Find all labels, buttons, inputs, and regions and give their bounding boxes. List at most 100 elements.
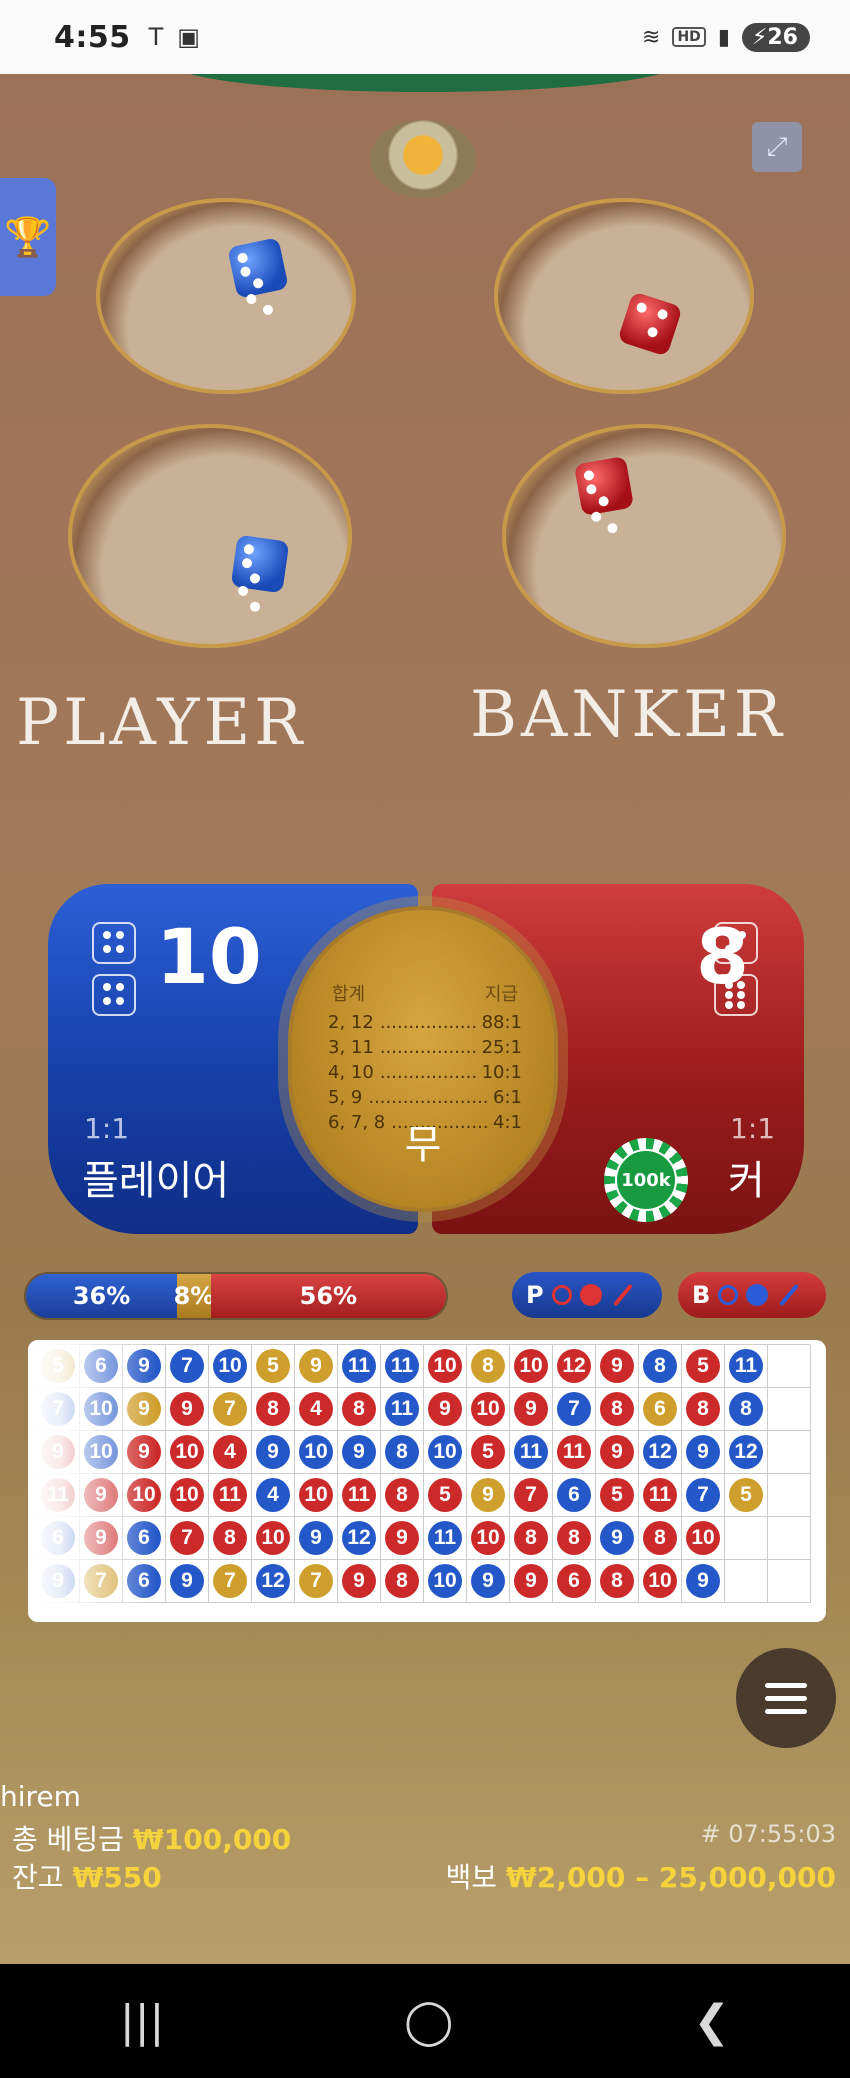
bead-result: 7 — [170, 1521, 204, 1555]
bead-result: 12 — [643, 1435, 677, 1469]
bead-result: 11 — [342, 1478, 376, 1512]
bead-road-cell: 10 — [295, 1431, 338, 1474]
bead-result: 10 — [643, 1564, 677, 1598]
banker-die-2 — [573, 455, 635, 534]
bead-road-cell: 8 — [381, 1560, 424, 1603]
bead-road-cell: 9 — [295, 1345, 338, 1388]
home-icon[interactable]: ◯ — [404, 1996, 453, 2047]
score-panel: 10 1:1 플레이어 8 1:1 커 합계 지급 2, 12.........… — [48, 884, 804, 1234]
bead-road-cell: 10 — [424, 1560, 467, 1603]
banker-prediction-button[interactable]: B — [678, 1272, 826, 1318]
bead-road-cell: 10 — [252, 1517, 295, 1560]
bead-result: 8 — [729, 1392, 763, 1426]
menu-button[interactable] — [736, 1648, 836, 1748]
bead-road-cell: 9 — [467, 1474, 510, 1517]
bead-result: 9 — [342, 1435, 376, 1469]
bead-road-cell: 10 — [166, 1431, 209, 1474]
bead-road-cell: 11 — [338, 1474, 381, 1517]
bead-road-cell: 9 — [338, 1560, 381, 1603]
bead-result: 10 — [299, 1435, 333, 1469]
player-dice-cup-2 — [68, 424, 352, 648]
total-bet: 총 베팅금 ₩100,000 — [12, 1823, 292, 1856]
bead-result: 10 — [299, 1478, 333, 1512]
table-jewel — [370, 120, 476, 198]
bet-chip[interactable]: 100k — [604, 1138, 688, 1222]
hd-badge: HD — [672, 27, 706, 47]
bead-road-cell: 7 — [209, 1560, 252, 1603]
fullscreen-icon[interactable]: ⤢ — [752, 122, 802, 172]
balance: 잔고 ₩550 — [12, 1861, 162, 1894]
bead-result: 9 — [686, 1564, 720, 1598]
back-icon[interactable]: ❮ — [693, 1996, 730, 2047]
bead-road-cell: 8 — [682, 1388, 725, 1431]
bead-road-cell: 7 — [166, 1517, 209, 1560]
bead-result: 10 — [170, 1478, 204, 1512]
bead-result: 8 — [385, 1435, 419, 1469]
bead-result: 7 — [557, 1392, 591, 1426]
ring-icon — [718, 1285, 739, 1305]
tie-payout-row: 2, 12...................................… — [328, 1012, 522, 1033]
bead-road-cell: 12 — [338, 1517, 381, 1560]
bead-road-cell: 7 — [510, 1474, 553, 1517]
bead-result: 12 — [256, 1564, 290, 1598]
bead-result: 4 — [256, 1478, 290, 1512]
bead-road-cell: 9 — [596, 1517, 639, 1560]
bead-result: 10 — [428, 1564, 462, 1598]
bead-road-cell: 5 — [424, 1474, 467, 1517]
bead-road-cell: 10 — [166, 1474, 209, 1517]
bead-road-cell: 9 — [424, 1388, 467, 1431]
dot-icon — [746, 1284, 769, 1306]
bead-result: 11 — [514, 1435, 548, 1469]
win-percentage-bar: 36% 8% 56% — [24, 1272, 448, 1320]
player-table-label: PLAYER — [16, 686, 307, 760]
bead-result: 4 — [213, 1435, 247, 1469]
bead-road-cell — [725, 1560, 768, 1603]
bead-result: 8 — [342, 1392, 376, 1426]
bead-result: 8 — [600, 1564, 634, 1598]
status-bar: 4:55 T ▣ ≋ HD ▮ ⚡26 — [0, 0, 850, 74]
bead-road-cell: 8 — [596, 1388, 639, 1431]
bead-road-cell: 9 — [166, 1388, 209, 1431]
bead-result: 10 — [471, 1392, 505, 1426]
bead-result: 6 — [557, 1564, 591, 1598]
bead-road-cell: 8 — [252, 1388, 295, 1431]
bead-road-cell: 12 — [252, 1560, 295, 1603]
player-prediction-button[interactable]: P — [512, 1272, 662, 1318]
bead-result: 8 — [686, 1392, 720, 1426]
bead-road-cell: 10 — [295, 1474, 338, 1517]
player-die-1 — [227, 237, 289, 316]
bead-road[interactable]: 5697105911111081012985117109978481191097… — [28, 1340, 826, 1622]
bead-road-cell: 9 — [596, 1345, 639, 1388]
tie-label: 무 — [404, 1122, 442, 1168]
bead-result: 9 — [428, 1392, 462, 1426]
bead-road-cell: 10 — [639, 1560, 682, 1603]
bead-result: 10 — [213, 1349, 247, 1383]
bead-result: 12 — [729, 1435, 763, 1469]
recent-apps-icon[interactable]: ||| — [120, 1996, 164, 2047]
bead-road-cell: 9 — [510, 1388, 553, 1431]
bead-road-cell: 8 — [553, 1517, 596, 1560]
bead-result: 7 — [213, 1564, 247, 1598]
bead-road-cell: 12 — [553, 1345, 596, 1388]
bead-result: 5 — [729, 1478, 763, 1512]
bead-road-cell: 10 — [682, 1517, 725, 1560]
bead-road-cell — [768, 1517, 811, 1560]
banker-mini-die-1 — [714, 922, 758, 964]
bead-result: 9 — [514, 1564, 548, 1598]
hamburger-icon — [765, 1682, 807, 1688]
bead-road-cell: 4 — [295, 1388, 338, 1431]
bead-road-cell — [725, 1517, 768, 1560]
bead-road-cell: 7 — [682, 1474, 725, 1517]
bead-road-cell: 9 — [381, 1517, 424, 1560]
trophy-icon[interactable]: 🏆 — [0, 178, 56, 296]
bead-road-cell: 5 — [682, 1345, 725, 1388]
screen-capture-icon: ▣ — [177, 23, 200, 51]
bead-result: 9 — [170, 1392, 204, 1426]
t-icon: T — [148, 23, 164, 51]
bead-result: 11 — [643, 1478, 677, 1512]
system-nav-bar: ||| ◯ ❮ — [0, 1964, 850, 2078]
game-table: ⤢ 🏆 PLAYER BANKER 10 1:1 플레이어 8 1:1 커 합계… — [0, 74, 850, 1964]
tie-bet-area[interactable]: 합계 지급 2, 12.............................… — [288, 906, 558, 1212]
bead-result: 9 — [471, 1564, 505, 1598]
bead-road-cell: 5 — [252, 1345, 295, 1388]
